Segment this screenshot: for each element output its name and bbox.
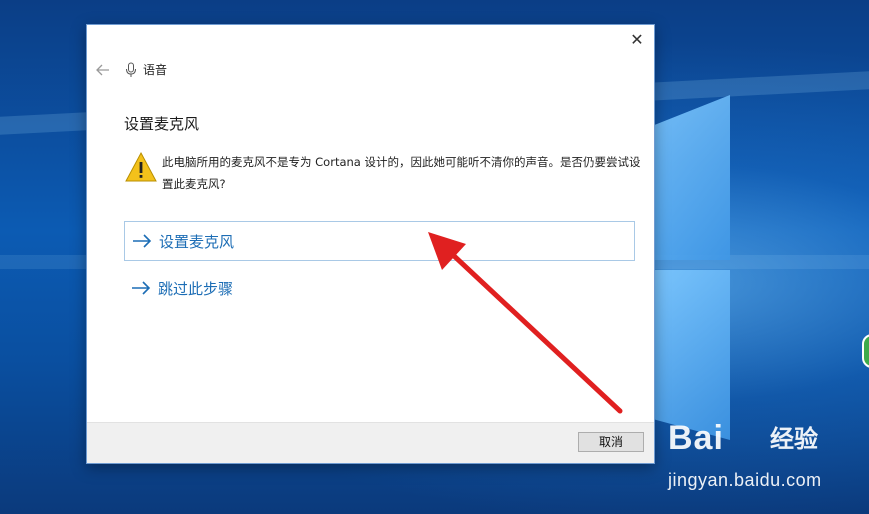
page-heading: 设置麦克风 (124, 115, 200, 133)
microphone-icon (126, 62, 136, 77)
cancel-button[interactable]: 取消 (578, 432, 644, 452)
windows-logo (655, 95, 735, 445)
option-label: 设置麦克风 (159, 232, 235, 251)
watermark-url: jingyan.baidu.com (668, 470, 822, 490)
arrow-right-icon (133, 234, 152, 248)
baidu-watermark: Bai 经验 jingyan.baidu.com (668, 418, 868, 498)
arrow-right-icon (132, 281, 151, 295)
warning-message: 此电脑所用的麦克风不是专为 Cortana 设计的，因此她可能听不清你的声音。是… (162, 155, 641, 191)
dialog-title: 语音 (143, 63, 168, 77)
option-label: 跳过此步骤 (158, 279, 234, 298)
voice-setup-dialog: ✕ 语音 设置麦克风 此电脑所用的麦克风不是专为 Cortana 设计的，因此她… (86, 24, 655, 464)
watermark-brand-suffix: 经验 (770, 425, 818, 453)
watermark-brand: Bai (668, 419, 724, 457)
close-icon: ✕ (630, 30, 644, 49)
warning-icon (125, 151, 157, 182)
skip-step-option[interactable]: 跳过此步骤 (124, 268, 635, 308)
back-arrow-icon[interactable] (95, 62, 111, 78)
close-button[interactable]: ✕ (626, 30, 648, 50)
notification-bubble[interactable] (862, 334, 869, 368)
dialog-footer: 取消 (87, 422, 654, 463)
setup-microphone-option[interactable]: 设置麦克风 (124, 221, 635, 261)
